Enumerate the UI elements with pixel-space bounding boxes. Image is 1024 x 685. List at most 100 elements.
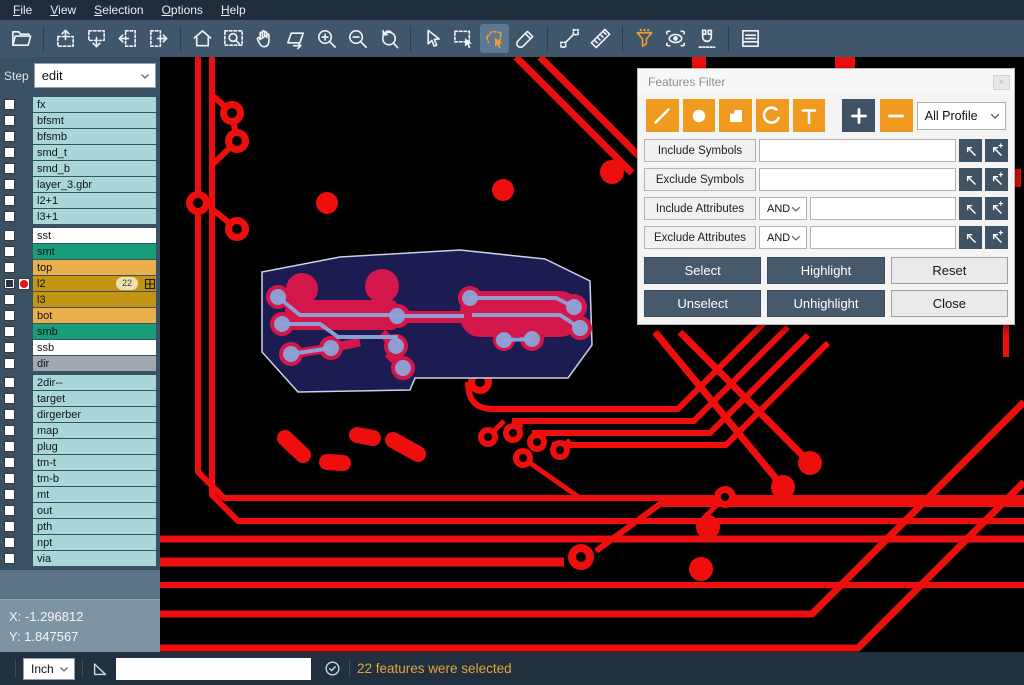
layer-visibility-checkbox[interactable]	[4, 211, 15, 222]
layer-visibility-checkbox[interactable]	[4, 278, 15, 289]
exclude-attributes-input[interactable]	[810, 226, 956, 249]
zoom-in-button[interactable]	[312, 24, 341, 53]
include-symbols-pick-button[interactable]	[959, 139, 982, 162]
profile-select[interactable]: All Profile	[917, 102, 1006, 130]
include-attributes-operator-select[interactable]: AND	[759, 197, 807, 220]
pcb-canvas[interactable]: Features Filter × All Profile Include Sy…	[160, 57, 1024, 652]
layer-visibility-checkbox[interactable]	[4, 537, 15, 548]
exclude-attributes-button[interactable]: Exclude Attributes	[644, 226, 756, 249]
view-options-button[interactable]	[661, 24, 690, 53]
include-attributes-pick-button[interactable]	[959, 197, 982, 220]
layer-visibility-checkbox[interactable]	[4, 441, 15, 452]
layer-row-bfsmt[interactable]: bfsmt	[0, 113, 160, 128]
filter-surfaces-button[interactable]	[719, 99, 752, 132]
layer-row-dir[interactable]: dir	[0, 356, 160, 371]
highlight-button[interactable]: Highlight	[767, 257, 884, 284]
reset-button[interactable]: Reset	[891, 257, 1008, 284]
layer-row-bot[interactable]: bot	[0, 308, 160, 323]
layer-row-target[interactable]: target	[0, 391, 160, 406]
polygon-select-button[interactable]	[480, 24, 509, 53]
layer-row-tm-b[interactable]: tm-b	[0, 471, 160, 486]
paint-select-button[interactable]	[511, 24, 540, 53]
layer-row-sst[interactable]: sst	[0, 228, 160, 243]
exclude-attributes-pick-button[interactable]	[959, 226, 982, 249]
menu-help[interactable]: Help	[212, 0, 255, 20]
layer-row-map[interactable]: map	[0, 423, 160, 438]
layer-row-2dir--[interactable]: 2dir--	[0, 375, 160, 390]
zoom-home-button[interactable]	[188, 24, 217, 53]
filter-text-button[interactable]	[793, 99, 826, 132]
include-symbols-input[interactable]	[759, 139, 956, 162]
snap-mode-button[interactable]	[692, 24, 721, 53]
layer-row-plug[interactable]: plug	[0, 439, 160, 454]
layer-visibility-checkbox[interactable]	[4, 457, 15, 468]
layer-row-l2+1[interactable]: l2+1	[0, 193, 160, 208]
include-symbols-button[interactable]: Include Symbols	[644, 139, 756, 162]
step-select[interactable]: edit	[34, 63, 156, 88]
exclude-attributes-pick-add-button[interactable]	[985, 226, 1008, 249]
layer-row-top[interactable]: top	[0, 260, 160, 275]
pan-down-button[interactable]	[82, 24, 111, 53]
layer-visibility-checkbox[interactable]	[4, 473, 15, 484]
layer-visibility-checkbox[interactable]	[4, 358, 15, 369]
angle-measure-icon[interactable]	[90, 659, 110, 679]
layer-row-smb[interactable]: smb	[0, 324, 160, 339]
features-filter-button[interactable]	[630, 24, 659, 53]
pan-right-button[interactable]	[144, 24, 173, 53]
layer-visibility-checkbox[interactable]	[4, 326, 15, 337]
exclude-symbols-button[interactable]: Exclude Symbols	[644, 168, 756, 191]
menu-options[interactable]: Options	[153, 0, 212, 20]
layer-row-via[interactable]: via	[0, 551, 160, 566]
pan-hand-button[interactable]	[250, 24, 279, 53]
layer-visibility-checkbox[interactable]	[4, 163, 15, 174]
exclude-symbols-pick-add-button[interactable]	[985, 168, 1008, 191]
command-input[interactable]	[116, 658, 311, 680]
pan-left-button[interactable]	[113, 24, 142, 53]
layer-visibility-checkbox[interactable]	[4, 230, 15, 241]
dialog-close-button[interactable]: ×	[993, 75, 1010, 90]
zoom-window-button[interactable]	[219, 24, 248, 53]
layer-row-layer_3.gbr[interactable]: layer_3.gbr	[0, 177, 160, 192]
layer-visibility-checkbox[interactable]	[4, 147, 15, 158]
layer-grid-icon[interactable]	[144, 277, 156, 289]
include-attributes-button[interactable]: Include Attributes	[644, 197, 756, 220]
filter-arcs-button[interactable]	[756, 99, 789, 132]
layer-row-dirgerber[interactable]: dirgerber	[0, 407, 160, 422]
negative-mode-button[interactable]	[880, 99, 913, 132]
layer-visibility-checkbox[interactable]	[4, 310, 15, 321]
layer-visibility-checkbox[interactable]	[4, 294, 15, 305]
measure-ruler-button[interactable]	[586, 24, 615, 53]
unselect-button[interactable]: Unselect	[644, 290, 761, 317]
layer-visibility-checkbox[interactable]	[4, 393, 15, 404]
menu-file[interactable]: File	[4, 0, 41, 20]
layer-row-mt[interactable]: mt	[0, 487, 160, 502]
active-layer-indicator[interactable]	[18, 278, 30, 290]
layer-visibility-checkbox[interactable]	[4, 553, 15, 564]
layer-row-ssb[interactable]: ssb	[0, 340, 160, 355]
select-button[interactable]: Select	[644, 257, 761, 284]
zoom-out-button[interactable]	[343, 24, 372, 53]
zoom-shape-button[interactable]	[281, 24, 310, 53]
layer-row-tm-t[interactable]: tm-t	[0, 455, 160, 470]
layer-row-fx[interactable]: fx	[0, 97, 160, 112]
layer-visibility-checkbox[interactable]	[4, 409, 15, 420]
layer-visibility-checkbox[interactable]	[4, 115, 15, 126]
unhighlight-button[interactable]: Unhighlight	[767, 290, 884, 317]
filter-lines-button[interactable]	[646, 99, 679, 132]
layer-row-l3+1[interactable]: l3+1	[0, 209, 160, 224]
layer-row-pth[interactable]: pth	[0, 519, 160, 534]
layer-row-out[interactable]: out	[0, 503, 160, 518]
layer-visibility-checkbox[interactable]	[4, 425, 15, 436]
layer-visibility-checkbox[interactable]	[4, 195, 15, 206]
menu-selection[interactable]: Selection	[85, 0, 152, 20]
pan-up-button[interactable]	[51, 24, 80, 53]
layer-visibility-checkbox[interactable]	[4, 246, 15, 257]
close-button[interactable]: Close	[891, 290, 1008, 317]
open-file-button[interactable]	[7, 24, 36, 53]
layer-row-bfsmb[interactable]: bfsmb	[0, 129, 160, 144]
dialog-titlebar[interactable]: Features Filter ×	[638, 69, 1014, 94]
exclude-symbols-input[interactable]	[759, 168, 956, 191]
layer-visibility-checkbox[interactable]	[4, 262, 15, 273]
measure-distance-button[interactable]	[555, 24, 584, 53]
layer-visibility-checkbox[interactable]	[4, 99, 15, 110]
